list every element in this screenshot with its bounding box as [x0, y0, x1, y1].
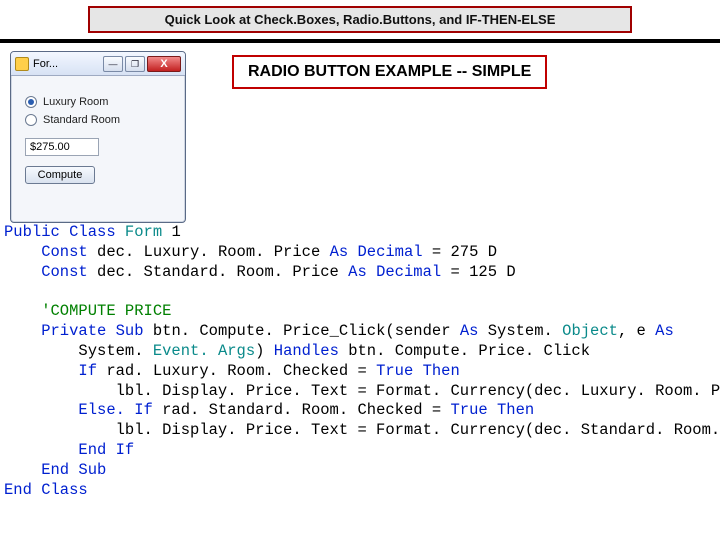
text: rad. Standard. Room. Checked =: [153, 401, 451, 419]
radio-luxury[interactable]: [25, 96, 37, 108]
kw-true: True: [376, 362, 413, 380]
close-button[interactable]: X: [147, 56, 181, 72]
code-block: Public Class Form 1 Const dec. Luxury. R…: [0, 223, 720, 509]
kw-end: End: [4, 481, 32, 499]
kw-public: Public: [4, 223, 60, 241]
text: btn. Compute. Price_Click(sender: [144, 322, 460, 340]
text: = 125 D: [441, 263, 515, 281]
kw-as: As: [460, 322, 479, 340]
example-heading-text: RADIO BUTTON EXAMPLE -- SIMPLE: [248, 63, 531, 80]
text: ): [255, 342, 274, 360]
text: dec. Luxury. Room. Price: [88, 243, 330, 261]
text: = 275 D: [423, 243, 497, 261]
kw-handles: Handles: [274, 342, 339, 360]
kw-end: End: [4, 441, 106, 459]
form-window: For... — ❐ X Luxury Room Standard Room $…: [10, 51, 186, 223]
kw-const: Const: [4, 243, 88, 261]
kw-then: Then: [488, 401, 535, 419]
type-eventargs: Event. Args: [153, 342, 255, 360]
type-form: Form: [116, 223, 163, 241]
minimize-button[interactable]: —: [103, 56, 123, 72]
kw-as: As: [348, 263, 367, 281]
text: System.: [478, 322, 562, 340]
kw-elseif: Else. If: [4, 401, 153, 419]
kw-class: Class: [60, 223, 116, 241]
text: rad. Luxury. Room. Checked =: [97, 362, 376, 380]
kw-decimal: Decimal: [348, 243, 422, 261]
kw-sub: Sub: [69, 461, 106, 479]
example-stage: RADIO BUTTON EXAMPLE -- SIMPLE For... — …: [0, 43, 720, 223]
example-heading: RADIO BUTTON EXAMPLE -- SIMPLE: [232, 55, 547, 89]
kw-class: Class: [32, 481, 88, 499]
kw-then: Then: [413, 362, 460, 380]
compute-button[interactable]: Compute: [25, 166, 95, 184]
text: , e: [618, 322, 655, 340]
window-body: Luxury Room Standard Room $275.00 Comput…: [11, 76, 185, 194]
radio-standard-label: Standard Room: [43, 114, 120, 126]
kw-as: As: [330, 243, 349, 261]
window-title-text: For...: [33, 58, 99, 70]
radio-luxury-label: Luxury Room: [43, 96, 108, 108]
kw-end: End: [4, 461, 69, 479]
kw-sub: Sub: [106, 322, 143, 340]
banner-text: Quick Look at Check.Boxes, Radio.Buttons…: [165, 12, 556, 27]
kw-const: Const: [4, 263, 88, 281]
radio-luxury-row[interactable]: Luxury Room: [25, 96, 171, 108]
kw-private: Private: [4, 322, 106, 340]
kw-if: If: [4, 362, 97, 380]
radio-standard[interactable]: [25, 114, 37, 126]
kw-decimal: Decimal: [367, 263, 441, 281]
form-icon: [15, 57, 29, 71]
price-display: $275.00: [25, 138, 99, 156]
price-value: $275.00: [30, 141, 70, 153]
text: lbl. Display. Price. Text = Format. Curr…: [4, 421, 720, 439]
kw-if: If: [106, 441, 134, 459]
text: dec. Standard. Room. Price: [88, 263, 348, 281]
blank-line: [4, 282, 13, 300]
window-controls: — ❐ X: [103, 56, 181, 72]
text: btn. Compute. Price. Click: [339, 342, 590, 360]
window-titlebar: For... — ❐ X: [11, 52, 185, 76]
maximize-button[interactable]: ❐: [125, 56, 145, 72]
type-object: Object: [562, 322, 618, 340]
slide-banner: Quick Look at Check.Boxes, Radio.Buttons…: [88, 6, 632, 33]
kw-as: As: [655, 322, 674, 340]
text: System.: [4, 342, 153, 360]
compute-button-label: Compute: [38, 169, 83, 181]
comment: 'COMPUTE PRICE: [4, 302, 171, 320]
kw-true: True: [450, 401, 487, 419]
radio-standard-row[interactable]: Standard Room: [25, 114, 171, 126]
text: 1: [162, 223, 181, 241]
text: lbl. Display. Price. Text = Format. Curr…: [4, 382, 720, 400]
